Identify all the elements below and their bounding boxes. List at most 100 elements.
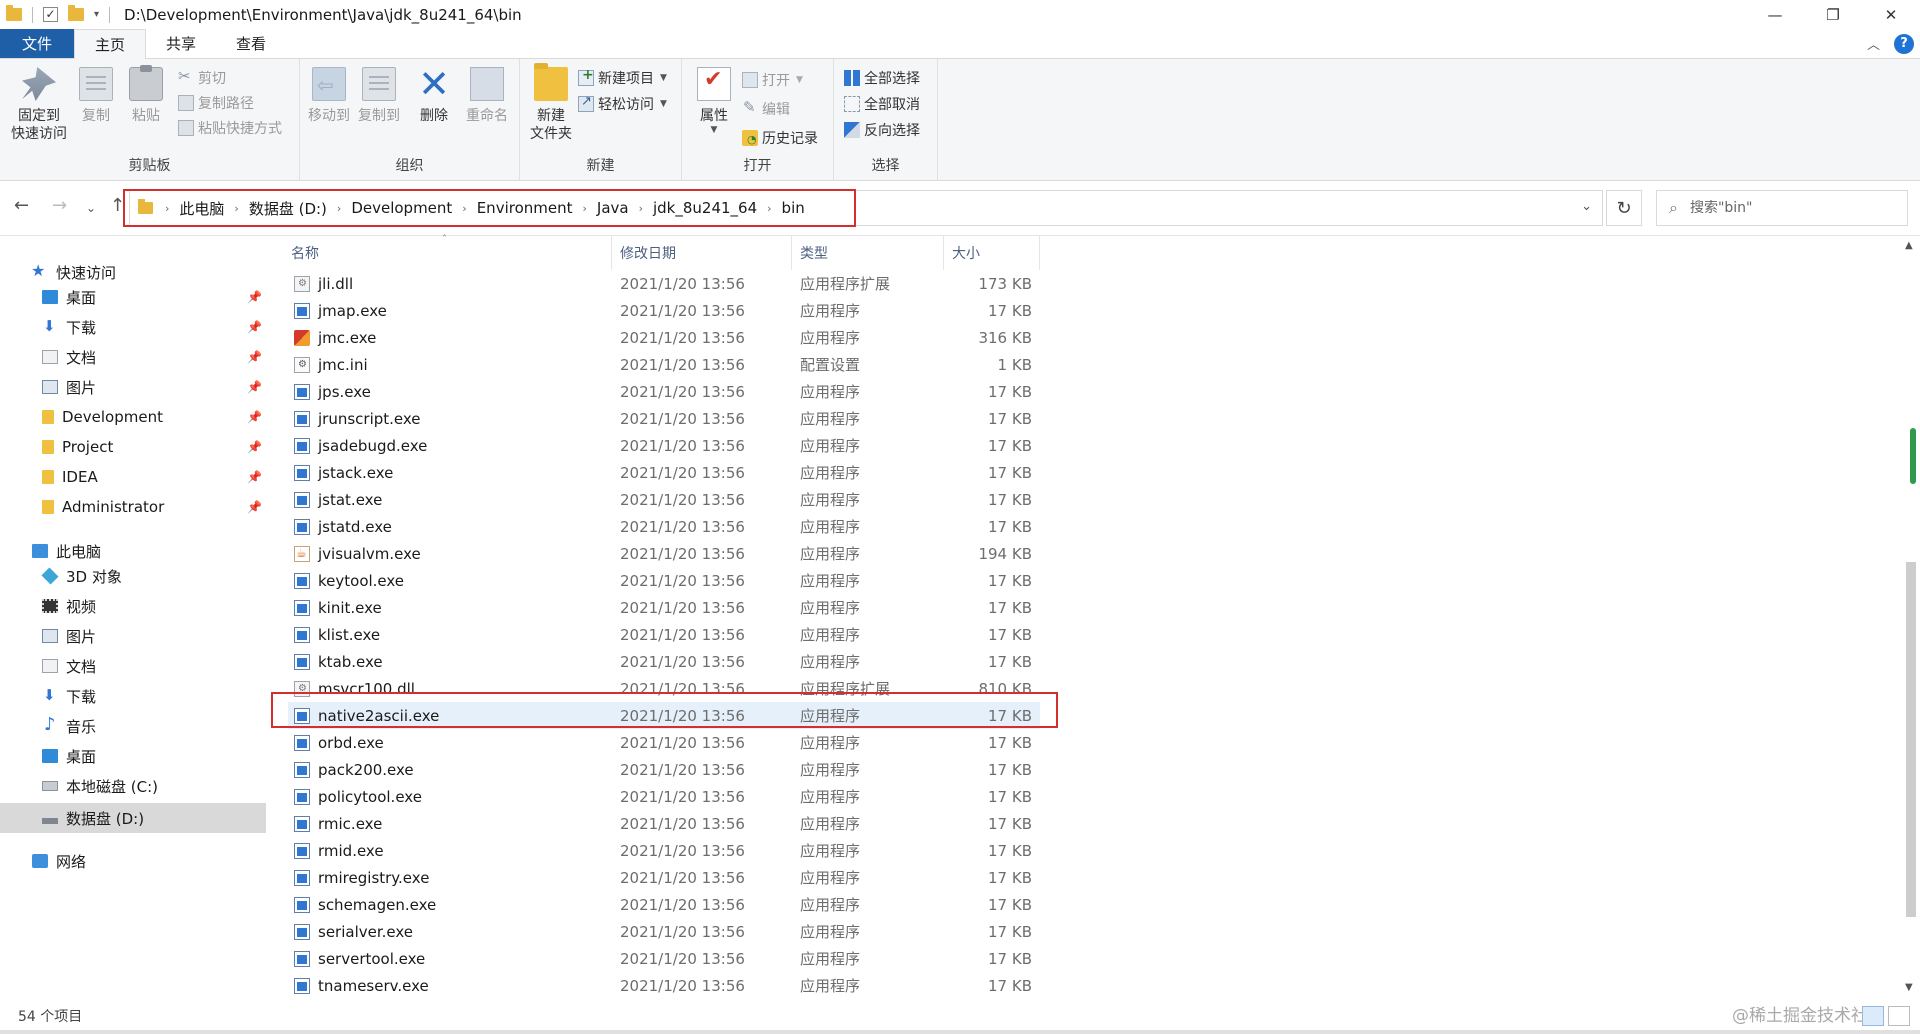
file-row[interactable]: rmiregistry.exe 2021/1/20 13:56 应用程序 17 KB [288,864,1040,891]
nav-quick-access[interactable]: 快速访问 [0,259,266,285]
nav-quick-administrator[interactable]: Administrator 📌 [0,494,266,520]
invert-selection-button[interactable]: 反向选择 [844,119,920,141]
scroll-down-arrow-icon[interactable]: ▼ [1905,982,1913,993]
breadcrumb-item[interactable]: 数据盘 (D:) [243,198,333,219]
file-row[interactable]: orbd.exe 2021/1/20 13:56 应用程序 17 KB [288,729,1040,756]
file-row[interactable]: klist.exe 2021/1/20 13:56 应用程序 17 KB [288,621,1040,648]
recent-locations-chevron-icon[interactable]: ⌄ [86,201,96,215]
search-box[interactable]: ⌕ [1656,190,1908,226]
properties-check-icon[interactable]: ✓ [43,7,58,22]
file-row[interactable]: msvcr100.dll 2021/1/20 13:56 应用程序扩展 810 KB [288,675,1040,702]
breadcrumb-item[interactable]: jdk_8u241_64 [647,199,763,217]
select-none-button[interactable]: 全部取消 [844,93,920,115]
copy-to-button[interactable]: 复制到 [356,67,402,125]
nav-quick-project[interactable]: Project 📌 [0,434,266,460]
file-row[interactable]: pack200.exe 2021/1/20 13:56 应用程序 17 KB [288,756,1040,783]
nav-pc-drive-c[interactable]: 本地磁盘 (C:) [0,773,266,799]
customize-toolbar-dropdown[interactable]: ▾ [94,9,99,20]
nav-pc-downloads[interactable]: 下载 [0,683,266,709]
file-row[interactable]: jmc.exe 2021/1/20 13:56 应用程序 316 KB [288,324,1040,351]
column-header-type[interactable]: 类型 [792,236,944,270]
nav-quick-idea[interactable]: IDEA 📌 [0,464,266,490]
open-button[interactable]: 打开 ▼ [742,69,803,91]
move-to-button[interactable]: 移动到 [306,67,352,125]
scroll-up-arrow-icon[interactable]: ▲ [1905,240,1913,251]
chevron-right-icon[interactable]: › [458,202,470,215]
chevron-right-icon[interactable]: › [763,202,775,215]
file-row[interactable]: jps.exe 2021/1/20 13:56 应用程序 17 KB [288,378,1040,405]
address-dropdown-chevron-icon[interactable]: ⌄ [1581,199,1592,214]
file-row[interactable]: jstat.exe 2021/1/20 13:56 应用程序 17 KB [288,486,1040,513]
chevron-right-icon[interactable]: › [230,202,242,215]
file-row[interactable]: jsadebugd.exe 2021/1/20 13:56 应用程序 17 KB [288,432,1040,459]
paste-button[interactable]: 粘贴 [126,65,166,125]
restore-button[interactable]: ❐ [1804,0,1862,29]
chevron-right-icon[interactable]: › [635,202,647,215]
new-item-button[interactable]: 新建项目 ▼ [578,67,667,89]
new-folder-icon[interactable] [68,5,84,21]
nav-pc-documents[interactable]: 文档 [0,653,266,679]
column-header-size[interactable]: 大小 [944,236,1040,270]
forward-arrow-icon[interactable]: → [52,195,67,216]
nav-quick-development[interactable]: Development 📌 [0,404,266,430]
nav-quick-pictures[interactable]: 图片 📌 [0,374,266,400]
nav-pc-pictures[interactable]: 图片 [0,623,266,649]
nav-network[interactable]: 网络 [0,848,266,874]
column-header-name[interactable]: ˄ 名称 [288,234,612,270]
large-icons-view-icon[interactable] [1888,1006,1910,1026]
nav-quick-downloads[interactable]: 下载 📌 [0,314,266,340]
history-button[interactable]: 历史记录 [742,127,818,149]
tab-share[interactable]: 共享 [146,29,216,58]
properties-button[interactable]: 属性 ▼ [694,67,734,135]
back-arrow-icon[interactable]: ← [14,195,29,216]
file-row[interactable]: jli.dll 2021/1/20 13:56 应用程序扩展 173 KB [288,270,1040,297]
file-row[interactable]: jstack.exe 2021/1/20 13:56 应用程序 17 KB [288,459,1040,486]
file-row[interactable]: schemagen.exe 2021/1/20 13:56 应用程序 17 KB [288,891,1040,918]
rename-button[interactable]: 重命名 [462,67,512,125]
chevron-right-icon[interactable]: › [161,202,173,215]
column-header-date[interactable]: 修改日期 [612,236,792,270]
minimize-button[interactable]: — [1746,0,1804,29]
file-row[interactable]: serialver.exe 2021/1/20 13:56 应用程序 17 KB [288,918,1040,945]
file-row[interactable]: jvisualvm.exe 2021/1/20 13:56 应用程序 194 KB [288,540,1040,567]
help-icon[interactable]: ? [1894,33,1914,54]
pin-to-quick-access-button[interactable]: 固定到 快速访问 [10,67,68,143]
details-view-icon[interactable] [1862,1006,1884,1026]
cut-button[interactable]: 剪切 [178,67,226,89]
chevron-right-icon[interactable]: › [578,202,590,215]
copy-path-button[interactable]: 复制路径 [178,92,254,114]
nav-pc-desktop[interactable]: 桌面 [0,743,266,769]
file-row[interactable]: rmic.exe 2021/1/20 13:56 应用程序 17 KB [288,810,1040,837]
up-arrow-icon[interactable]: ↑ [110,195,125,216]
file-row[interactable]: jstatd.exe 2021/1/20 13:56 应用程序 17 KB [288,513,1040,540]
tab-file[interactable]: 文件 [0,29,75,58]
nav-pc-music[interactable]: 音乐 [0,713,266,739]
file-row[interactable]: kinit.exe 2021/1/20 13:56 应用程序 17 KB [288,594,1040,621]
scrollbar-thumb[interactable] [1906,562,1916,917]
close-button[interactable]: ✕ [1862,0,1920,29]
file-row[interactable]: rmid.exe 2021/1/20 13:56 应用程序 17 KB [288,837,1040,864]
search-input[interactable] [1689,200,1880,216]
file-row[interactable]: jrunscript.exe 2021/1/20 13:56 应用程序 17 KB [288,405,1040,432]
easy-access-button[interactable]: 轻松访问 ▼ [578,93,667,115]
nav-pc-drive-d[interactable]: 数据盘 (D:) [0,803,266,833]
nav-quick-documents[interactable]: 文档 📌 [0,344,266,370]
tab-home[interactable]: 主页 [74,29,147,59]
tab-view[interactable]: 查看 [216,29,286,58]
file-row[interactable]: policytool.exe 2021/1/20 13:56 应用程序 17 KB [288,783,1040,810]
nav-this-pc[interactable]: 此电脑 [0,538,266,564]
file-row[interactable]: ktab.exe 2021/1/20 13:56 应用程序 17 KB [288,648,1040,675]
file-row[interactable]: jmap.exe 2021/1/20 13:56 应用程序 17 KB [288,297,1040,324]
new-folder-button[interactable]: 新建 文件夹 [524,63,578,143]
edit-button[interactable]: 编辑 [742,98,790,120]
collapse-ribbon-icon[interactable]: ︿ [1867,34,1880,53]
file-row[interactable]: keytool.exe 2021/1/20 13:56 应用程序 17 KB [288,567,1040,594]
address-bar[interactable]: › 此电脑 › 数据盘 (D:) › Development › Environ… [129,190,1603,226]
copy-button[interactable]: 复制 [76,67,116,125]
breadcrumb-item[interactable]: 此电脑 [173,198,230,219]
delete-button[interactable]: ✕ 删除 [414,65,454,125]
breadcrumb-item[interactable]: Development [345,199,458,217]
paste-shortcut-button[interactable]: 粘贴快捷方式 [178,117,282,139]
file-row[interactable]: servertool.exe 2021/1/20 13:56 应用程序 17 KB [288,945,1040,972]
breadcrumb-item[interactable]: Environment [471,199,579,217]
